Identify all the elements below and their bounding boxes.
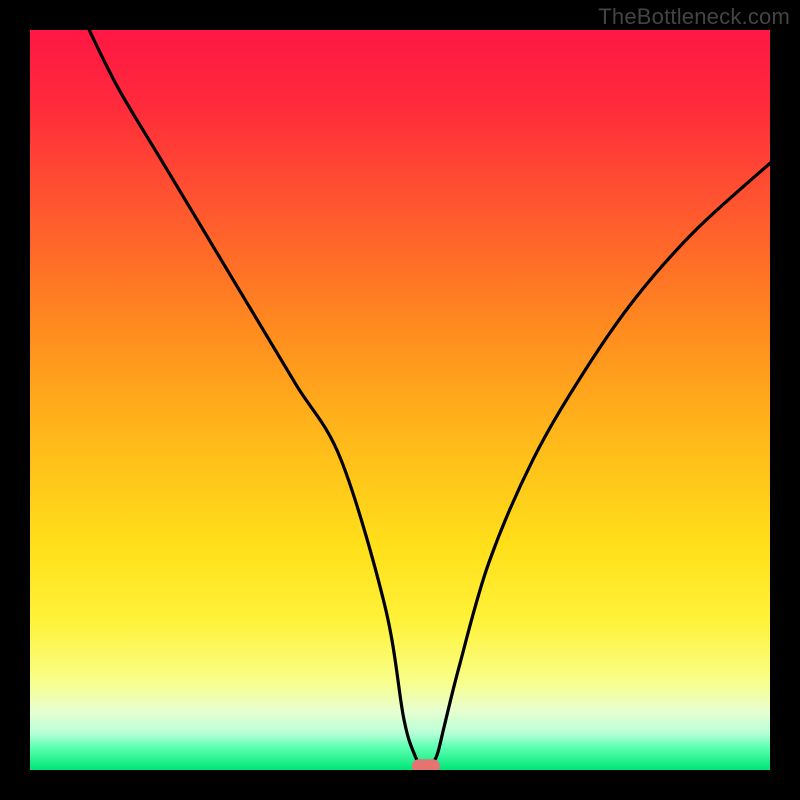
plot-area <box>30 30 770 770</box>
gradient-background <box>30 30 770 770</box>
optimal-point-marker <box>412 759 440 770</box>
chart-frame: TheBottleneck.com <box>0 0 800 800</box>
watermark-text: TheBottleneck.com <box>598 4 790 30</box>
bottleneck-chart-svg <box>30 30 770 770</box>
